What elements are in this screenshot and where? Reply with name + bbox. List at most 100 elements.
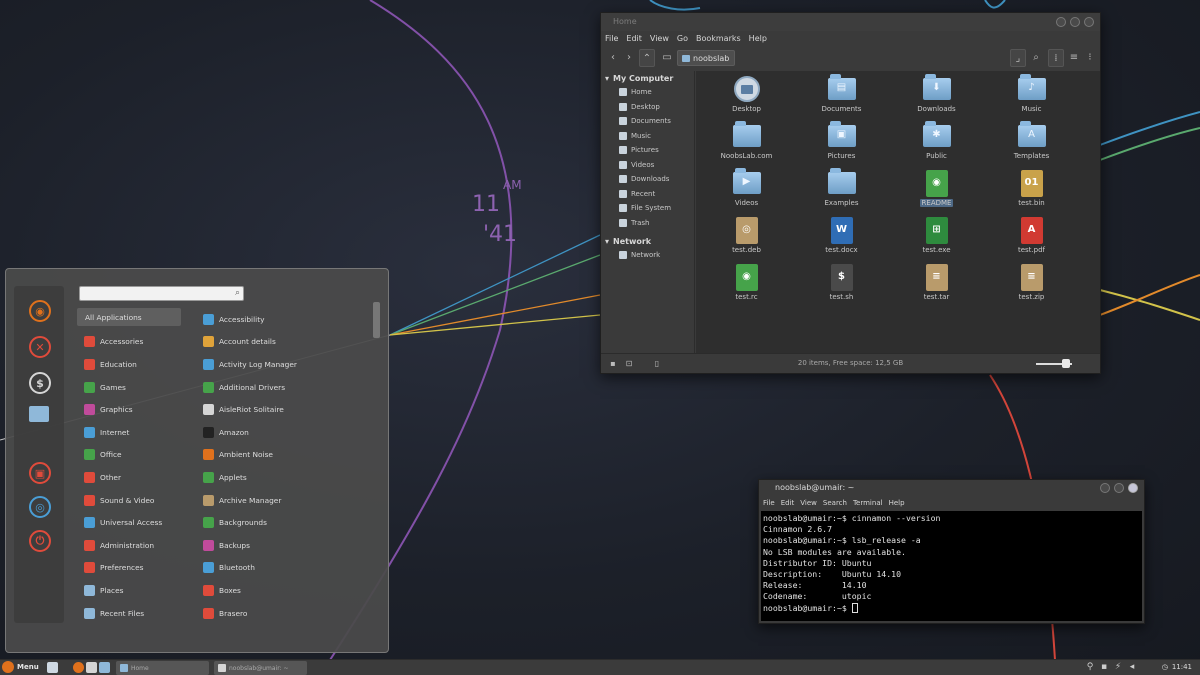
sidebar-item-trash[interactable]: Trash: [601, 216, 694, 231]
sidebar-section-my-computer[interactable]: ▾ My Computer: [601, 71, 694, 85]
sidebar-item-recent[interactable]: Recent: [601, 187, 694, 202]
app-accessibility[interactable]: Accessibility: [197, 308, 362, 331]
sidebar-item-file-system[interactable]: File System: [601, 201, 694, 216]
category-places[interactable]: Places: [77, 579, 181, 602]
volume-icon[interactable]: ◂: [1127, 662, 1137, 672]
file-item[interactable]: ✱ Public: [889, 121, 984, 169]
app-activity-log-manager[interactable]: Activity Log Manager: [197, 353, 362, 376]
file-view[interactable]: Desktop ▤ Documents ⬇ Downloads ♪ Music NoobsLa…: [696, 71, 1100, 354]
app-applets[interactable]: Applets: [197, 466, 362, 489]
compact-view-icon[interactable]: ⁝: [1082, 49, 1098, 67]
sidebar-item-desktop[interactable]: Desktop: [601, 100, 694, 115]
back-arrow-icon[interactable]: ‹: [605, 49, 621, 67]
network-icon[interactable]: ⚡: [1113, 662, 1123, 672]
zoom-slider-handle[interactable]: [1062, 359, 1070, 368]
menu-bookmarks[interactable]: Bookmarks: [696, 34, 741, 43]
file-item[interactable]: NoobsLab.com: [699, 121, 794, 169]
menu-view[interactable]: View: [800, 499, 817, 507]
file-item[interactable]: Examples: [794, 168, 889, 216]
power-icon[interactable]: ⏻: [29, 530, 51, 552]
category-universal-access[interactable]: Universal Access: [77, 511, 181, 534]
files-launcher-icon[interactable]: [99, 662, 110, 673]
settings-icon[interactable]: ✕: [29, 336, 51, 358]
file-item[interactable]: ◉ test.rc: [699, 263, 794, 310]
app-boxes[interactable]: Boxes: [197, 579, 362, 602]
panel-clock[interactable]: ◷ 11:41: [1162, 663, 1192, 671]
file-item[interactable]: 01 test.bin: [984, 169, 1079, 216]
file-item[interactable]: ♪ Music: [984, 74, 1079, 122]
menu-terminal[interactable]: Terminal: [853, 499, 883, 507]
show-desktop-icon[interactable]: [47, 662, 58, 673]
category-preferences[interactable]: Preferences: [77, 557, 181, 580]
lock-icon[interactable]: ▣: [29, 462, 51, 484]
sidebar-item-documents[interactable]: Documents: [601, 114, 694, 129]
notifications-icon[interactable]: ▪: [1099, 662, 1109, 672]
category-games[interactable]: Games: [77, 376, 181, 399]
app-backgrounds[interactable]: Backgrounds: [197, 511, 362, 534]
logout-icon[interactable]: ◎: [29, 496, 51, 518]
menu-help[interactable]: Help: [889, 499, 905, 507]
file-item[interactable]: ⬇ Downloads: [889, 74, 984, 122]
taskbar-item-terminal[interactable]: noobslab@umair: ~: [214, 661, 307, 675]
minimize-button[interactable]: [1056, 17, 1066, 27]
category-other[interactable]: Other: [77, 466, 181, 489]
category-all-applications[interactable]: All Applications: [77, 308, 181, 326]
maximize-button[interactable]: [1070, 17, 1080, 27]
sidebar-item-home[interactable]: Home: [601, 85, 694, 100]
terminal-launcher-icon[interactable]: [86, 662, 97, 673]
close-button[interactable]: [1084, 17, 1094, 27]
menu-go[interactable]: Go: [677, 34, 688, 43]
sidebar-item-downloads[interactable]: Downloads: [601, 172, 694, 187]
files-icon[interactable]: [29, 406, 49, 422]
sidebar-item-network[interactable]: Network: [601, 248, 694, 263]
app-brasero[interactable]: Brasero: [197, 602, 362, 625]
sidebar-section-network[interactable]: ▾ Network: [601, 234, 694, 248]
sidebar-item-pictures[interactable]: Pictures: [601, 143, 694, 158]
sidebar-item-music[interactable]: Music: [601, 129, 694, 144]
file-item[interactable]: ≡ test.zip: [984, 263, 1079, 310]
category-internet[interactable]: Internet: [77, 421, 181, 444]
application-list-scrollbar[interactable]: [373, 302, 380, 338]
new-folder-icon[interactable]: ⌟: [1010, 49, 1026, 67]
up-arrow-icon[interactable]: ⌃: [639, 49, 655, 67]
app-aisleriot-solitaire[interactable]: AisleRiot Solitaire: [197, 398, 362, 421]
file-item[interactable]: Atest.pdf: [984, 216, 1079, 263]
category-education[interactable]: Education: [77, 353, 181, 376]
file-item[interactable]: ▣ Pictures: [794, 121, 889, 169]
icon-view-icon[interactable]: ⁞: [1048, 49, 1064, 67]
file-item[interactable]: ≡ test.tar: [889, 263, 984, 310]
app-amazon[interactable]: Amazon: [197, 421, 362, 444]
terminal-titlebar[interactable]: noobslab@umair: ~: [759, 480, 1144, 496]
app-additional-drivers[interactable]: Additional Drivers: [197, 376, 362, 399]
user-icon[interactable]: ⚲: [1085, 662, 1095, 672]
file-item[interactable]: ▤ Documents: [794, 74, 889, 122]
search-icon[interactable]: ⌕: [1028, 49, 1044, 67]
category-sound-video[interactable]: Sound & Video: [77, 489, 181, 512]
file-item[interactable]: ▶ Videos: [699, 168, 794, 216]
app-bluetooth[interactable]: Bluetooth: [197, 557, 362, 580]
app-backups[interactable]: Backups: [197, 534, 362, 557]
menu-help[interactable]: Help: [749, 34, 767, 43]
app-ambient-noise[interactable]: Ambient Noise: [197, 444, 362, 467]
file-item[interactable]: $ test.sh: [794, 263, 889, 310]
toggle-location-icon[interactable]: ▭: [659, 49, 675, 67]
app-account-details[interactable]: Account details: [197, 331, 362, 354]
category-administration[interactable]: Administration: [77, 534, 181, 557]
firefox-icon[interactable]: ◉: [29, 300, 51, 322]
breadcrumb-home[interactable]: noobslab: [677, 50, 736, 66]
forward-arrow-icon[interactable]: ›: [621, 49, 637, 67]
category-recent-files[interactable]: Recent Files: [77, 602, 181, 625]
menu-search[interactable]: Search: [823, 499, 847, 507]
list-view-icon[interactable]: ≡: [1066, 49, 1082, 67]
file-item[interactable]: ◉ README: [889, 169, 984, 216]
menu-file[interactable]: File: [763, 499, 775, 507]
file-item[interactable]: A Templates: [984, 121, 1079, 169]
taskbar-item-files[interactable]: Home: [116, 661, 209, 675]
minimize-button[interactable]: [1100, 483, 1110, 493]
close-button[interactable]: [1128, 483, 1138, 493]
category-accessories[interactable]: Accessories: [77, 331, 181, 354]
category-graphics[interactable]: Graphics: [77, 398, 181, 421]
menu-button[interactable]: Menu: [2, 661, 39, 673]
file-item[interactable]: Desktop: [699, 75, 794, 122]
menu-file[interactable]: File: [605, 34, 618, 43]
